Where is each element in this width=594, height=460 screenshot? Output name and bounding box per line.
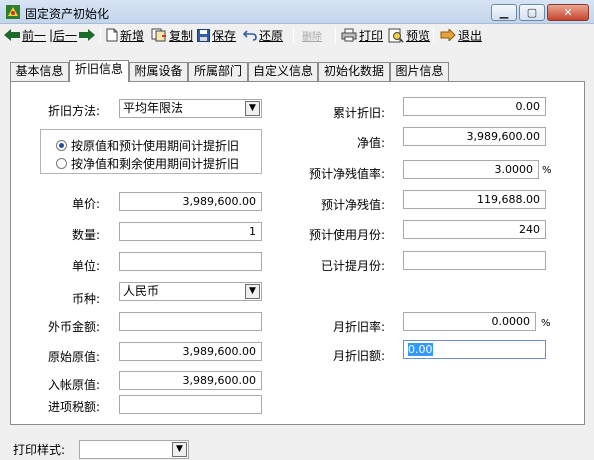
- entry-value-label: 入帐原值:: [47, 378, 100, 392]
- exit-button[interactable]: 退出: [440, 26, 482, 44]
- monthly-amount-label: 月折旧额:: [332, 349, 385, 363]
- app-icon: [6, 5, 20, 19]
- next-button[interactable]: 后一: [53, 26, 96, 44]
- print-button[interactable]: 打印: [341, 26, 383, 44]
- radio-selected-icon: [56, 140, 67, 151]
- tab-custom-info[interactable]: 自定义信息: [248, 62, 318, 81]
- net-value-label: 净值:: [356, 136, 385, 150]
- monthly-amount-field[interactable]: 0.00: [403, 340, 546, 359]
- title-bar: 固定资产初始化 ▁ ▢ ✕: [0, 0, 594, 24]
- months-label: 预计使用月份:: [308, 228, 385, 242]
- tab-basic-info[interactable]: 基本信息: [10, 62, 69, 81]
- currency-label: 币种:: [71, 292, 100, 306]
- undo-icon: [243, 30, 257, 41]
- maximize-button[interactable]: ▢: [519, 4, 545, 21]
- original-value-label: 原始原值:: [47, 350, 100, 364]
- print-style-select[interactable]: ▼: [79, 440, 189, 459]
- print-style-label: 打印样式:: [13, 443, 66, 457]
- tab-init-data[interactable]: 初始化数据: [318, 62, 390, 81]
- prev-button[interactable]: 前一: [4, 26, 46, 44]
- preview-button[interactable]: 预览: [388, 26, 430, 44]
- unit-price-field[interactable]: 3,989,600.00: [119, 192, 262, 211]
- method-select[interactable]: 平均年限法 ▼: [119, 99, 262, 118]
- currency-select[interactable]: 人民币 ▼: [119, 282, 262, 301]
- chevron-down-icon[interactable]: ▼: [172, 442, 187, 457]
- preview-icon: [388, 28, 404, 43]
- input-tax-label: 进项税额:: [47, 400, 100, 414]
- new-button[interactable]: 新增: [106, 26, 144, 44]
- used-months-label: 已计提月份:: [320, 259, 385, 273]
- residual-value-label: 预计净残值:: [320, 198, 385, 212]
- unit-price-label: 单价:: [71, 197, 100, 211]
- chevron-down-icon[interactable]: ▼: [245, 284, 260, 299]
- radio-unselected-icon: [56, 158, 67, 169]
- new-document-icon: [106, 28, 118, 42]
- used-months-field[interactable]: [403, 251, 546, 270]
- tab-department[interactable]: 所属部门: [188, 62, 248, 81]
- monthly-rate-field[interactable]: 0.0000: [403, 312, 536, 331]
- copy-icon: [151, 28, 166, 42]
- arrow-right-icon: [79, 29, 96, 41]
- toolbar-separator: [433, 27, 434, 43]
- save-button[interactable]: 保存: [197, 26, 236, 44]
- unit-label: 单位:: [71, 259, 100, 273]
- tab-image-info[interactable]: 图片信息: [390, 62, 449, 81]
- foreign-amount-label: 外币金额:: [47, 320, 100, 334]
- net-value-field[interactable]: 3,989,600.00: [403, 127, 546, 146]
- printer-icon: [341, 28, 357, 42]
- residual-value-field[interactable]: 119,688.00: [403, 190, 546, 209]
- radio-original-value[interactable]: 按原值和预计使用期间计提折旧: [56, 137, 239, 154]
- quantity-label: 数量:: [71, 228, 100, 242]
- copy-button[interactable]: 复制: [151, 26, 193, 44]
- entry-value-field[interactable]: 3,989,600.00: [119, 371, 262, 390]
- percent-unit: %: [542, 165, 552, 176]
- residual-rate-field[interactable]: 3.0000: [403, 160, 539, 179]
- monthly-rate-label: 月折旧率:: [332, 320, 385, 334]
- residual-rate-label: 预计净残值率:: [308, 167, 385, 181]
- minimize-button[interactable]: ▁: [491, 4, 517, 21]
- unit-field[interactable]: [119, 252, 262, 271]
- arrow-left-icon: [4, 29, 20, 41]
- window-title: 固定资产初始化: [25, 7, 110, 21]
- exit-icon: [440, 29, 456, 41]
- restore-button[interactable]: 还原: [243, 26, 283, 44]
- toolbar-separator: [100, 27, 101, 43]
- toolbar-separator: [293, 27, 294, 43]
- tab-attached-equipment[interactable]: 附属设备: [129, 62, 188, 81]
- months-field[interactable]: 240: [403, 220, 546, 239]
- delete-button[interactable]: 删除: [302, 26, 322, 44]
- method-label: 折旧方法:: [47, 104, 100, 118]
- radio-net-value[interactable]: 按净值和剩余使用期间计提折旧: [56, 155, 239, 172]
- floppy-disk-icon: [197, 28, 210, 42]
- chevron-down-icon[interactable]: ▼: [245, 101, 260, 116]
- accum-dep-label: 累计折旧:: [332, 106, 385, 120]
- input-tax-field[interactable]: [119, 395, 262, 414]
- foreign-amount-field[interactable]: [119, 312, 262, 331]
- toolbar-separator: [335, 27, 336, 43]
- quantity-field[interactable]: 1: [119, 222, 262, 241]
- close-button[interactable]: ✕: [547, 4, 589, 21]
- original-value-field[interactable]: 3,989,600.00: [119, 342, 262, 361]
- toolbar: 前一 | 后一 新增 复制 保存 还原 删除 打印 预览 退出: [0, 24, 594, 46]
- percent-unit: %: [541, 318, 551, 329]
- tab-depreciation-info[interactable]: 折旧信息: [69, 60, 129, 82]
- accum-dep-field[interactable]: 0.00: [403, 97, 546, 116]
